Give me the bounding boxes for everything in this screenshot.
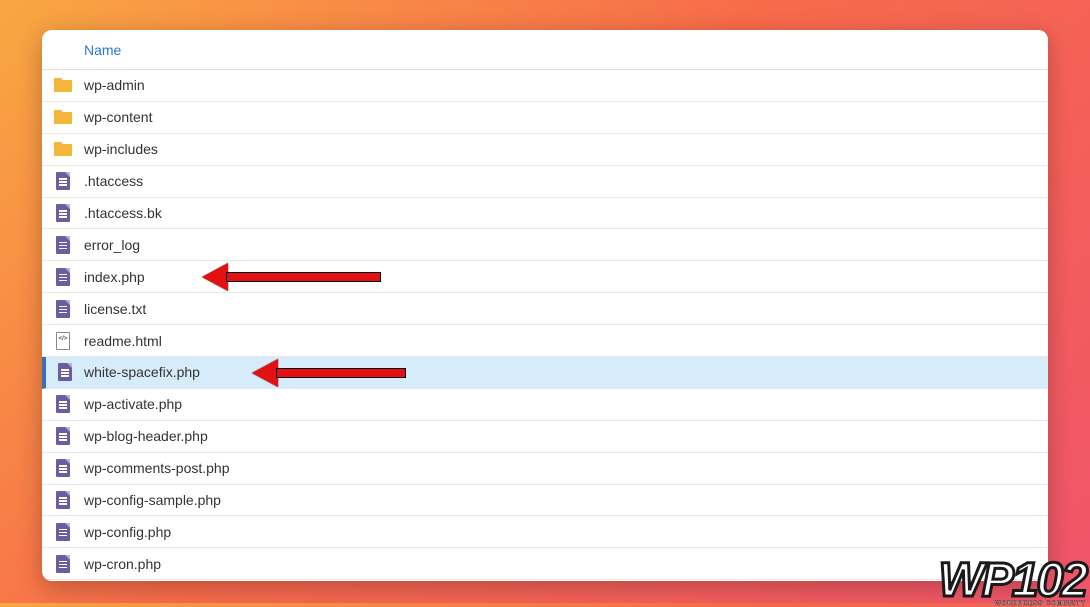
column-header-name[interactable]: Name: [84, 42, 121, 58]
document-file-icon: [46, 363, 84, 381]
file-name-label: wp-config-sample.php: [84, 492, 221, 508]
file-name-label: license.txt: [84, 301, 146, 317]
file-row[interactable]: error_log: [42, 229, 1048, 261]
file-row[interactable]: wp-admin: [42, 70, 1048, 102]
folder-icon: [42, 110, 84, 124]
document-file-icon: [42, 300, 84, 318]
file-name-label: wp-activate.php: [84, 396, 182, 412]
file-row[interactable]: white-spacefix.php: [42, 357, 1048, 389]
file-name-label: wp-cron.php: [84, 556, 161, 572]
file-row[interactable]: wp-config-sample.php: [42, 485, 1048, 517]
document-file-icon: [42, 491, 84, 509]
file-name-label: error_log: [84, 237, 140, 253]
file-row[interactable]: index.php: [42, 261, 1048, 293]
file-row[interactable]: .htaccess.bk: [42, 198, 1048, 230]
file-browser-panel: Name wp-admin wp-content wp-includes .htacc…: [42, 30, 1048, 581]
document-file-icon: [42, 236, 84, 254]
document-file-icon: [42, 268, 84, 286]
document-file-icon: [42, 204, 84, 222]
file-list: wp-admin wp-content wp-includes .htaccess .h…: [42, 70, 1048, 580]
file-name-label: wp-admin: [84, 77, 145, 93]
folder-icon: [42, 142, 84, 156]
document-file-icon: [42, 459, 84, 477]
file-name-label: .htaccess.bk: [84, 205, 162, 221]
file-row[interactable]: wp-activate.php: [42, 389, 1048, 421]
file-row[interactable]: wp-content: [42, 102, 1048, 134]
document-file-icon: [42, 523, 84, 541]
file-row[interactable]: wp-blog-header.php: [42, 421, 1048, 453]
file-name-label: readme.html: [84, 333, 162, 349]
table-header: Name: [42, 30, 1048, 70]
file-name-label: wp-content: [84, 109, 152, 125]
file-name-label: wp-config.php: [84, 524, 171, 540]
file-name-label: wp-includes: [84, 141, 158, 157]
file-name-label: wp-blog-header.php: [84, 428, 208, 444]
file-name-label: wp-comments-post.php: [84, 460, 230, 476]
file-row[interactable]: wp-comments-post.php: [42, 453, 1048, 485]
file-row[interactable]: readme.html: [42, 325, 1048, 357]
document-file-icon: [42, 395, 84, 413]
file-row[interactable]: .htaccess: [42, 166, 1048, 198]
file-row[interactable]: wp-cron.php: [42, 548, 1048, 580]
folder-icon: [42, 78, 84, 92]
file-name-label: index.php: [84, 269, 145, 285]
document-file-icon: [42, 427, 84, 445]
file-row[interactable]: license.txt: [42, 293, 1048, 325]
file-row[interactable]: wp-config.php: [42, 516, 1048, 548]
file-name-label: white-spacefix.php: [84, 364, 200, 380]
document-file-icon: [42, 555, 84, 573]
watermark-logo: WP102 WORDPRESS COMUNITY: [939, 557, 1086, 607]
code-file-icon: [42, 332, 84, 350]
document-file-icon: [42, 172, 84, 190]
file-row[interactable]: wp-includes: [42, 134, 1048, 166]
file-name-label: .htaccess: [84, 173, 143, 189]
watermark-main: WP102: [939, 554, 1086, 607]
